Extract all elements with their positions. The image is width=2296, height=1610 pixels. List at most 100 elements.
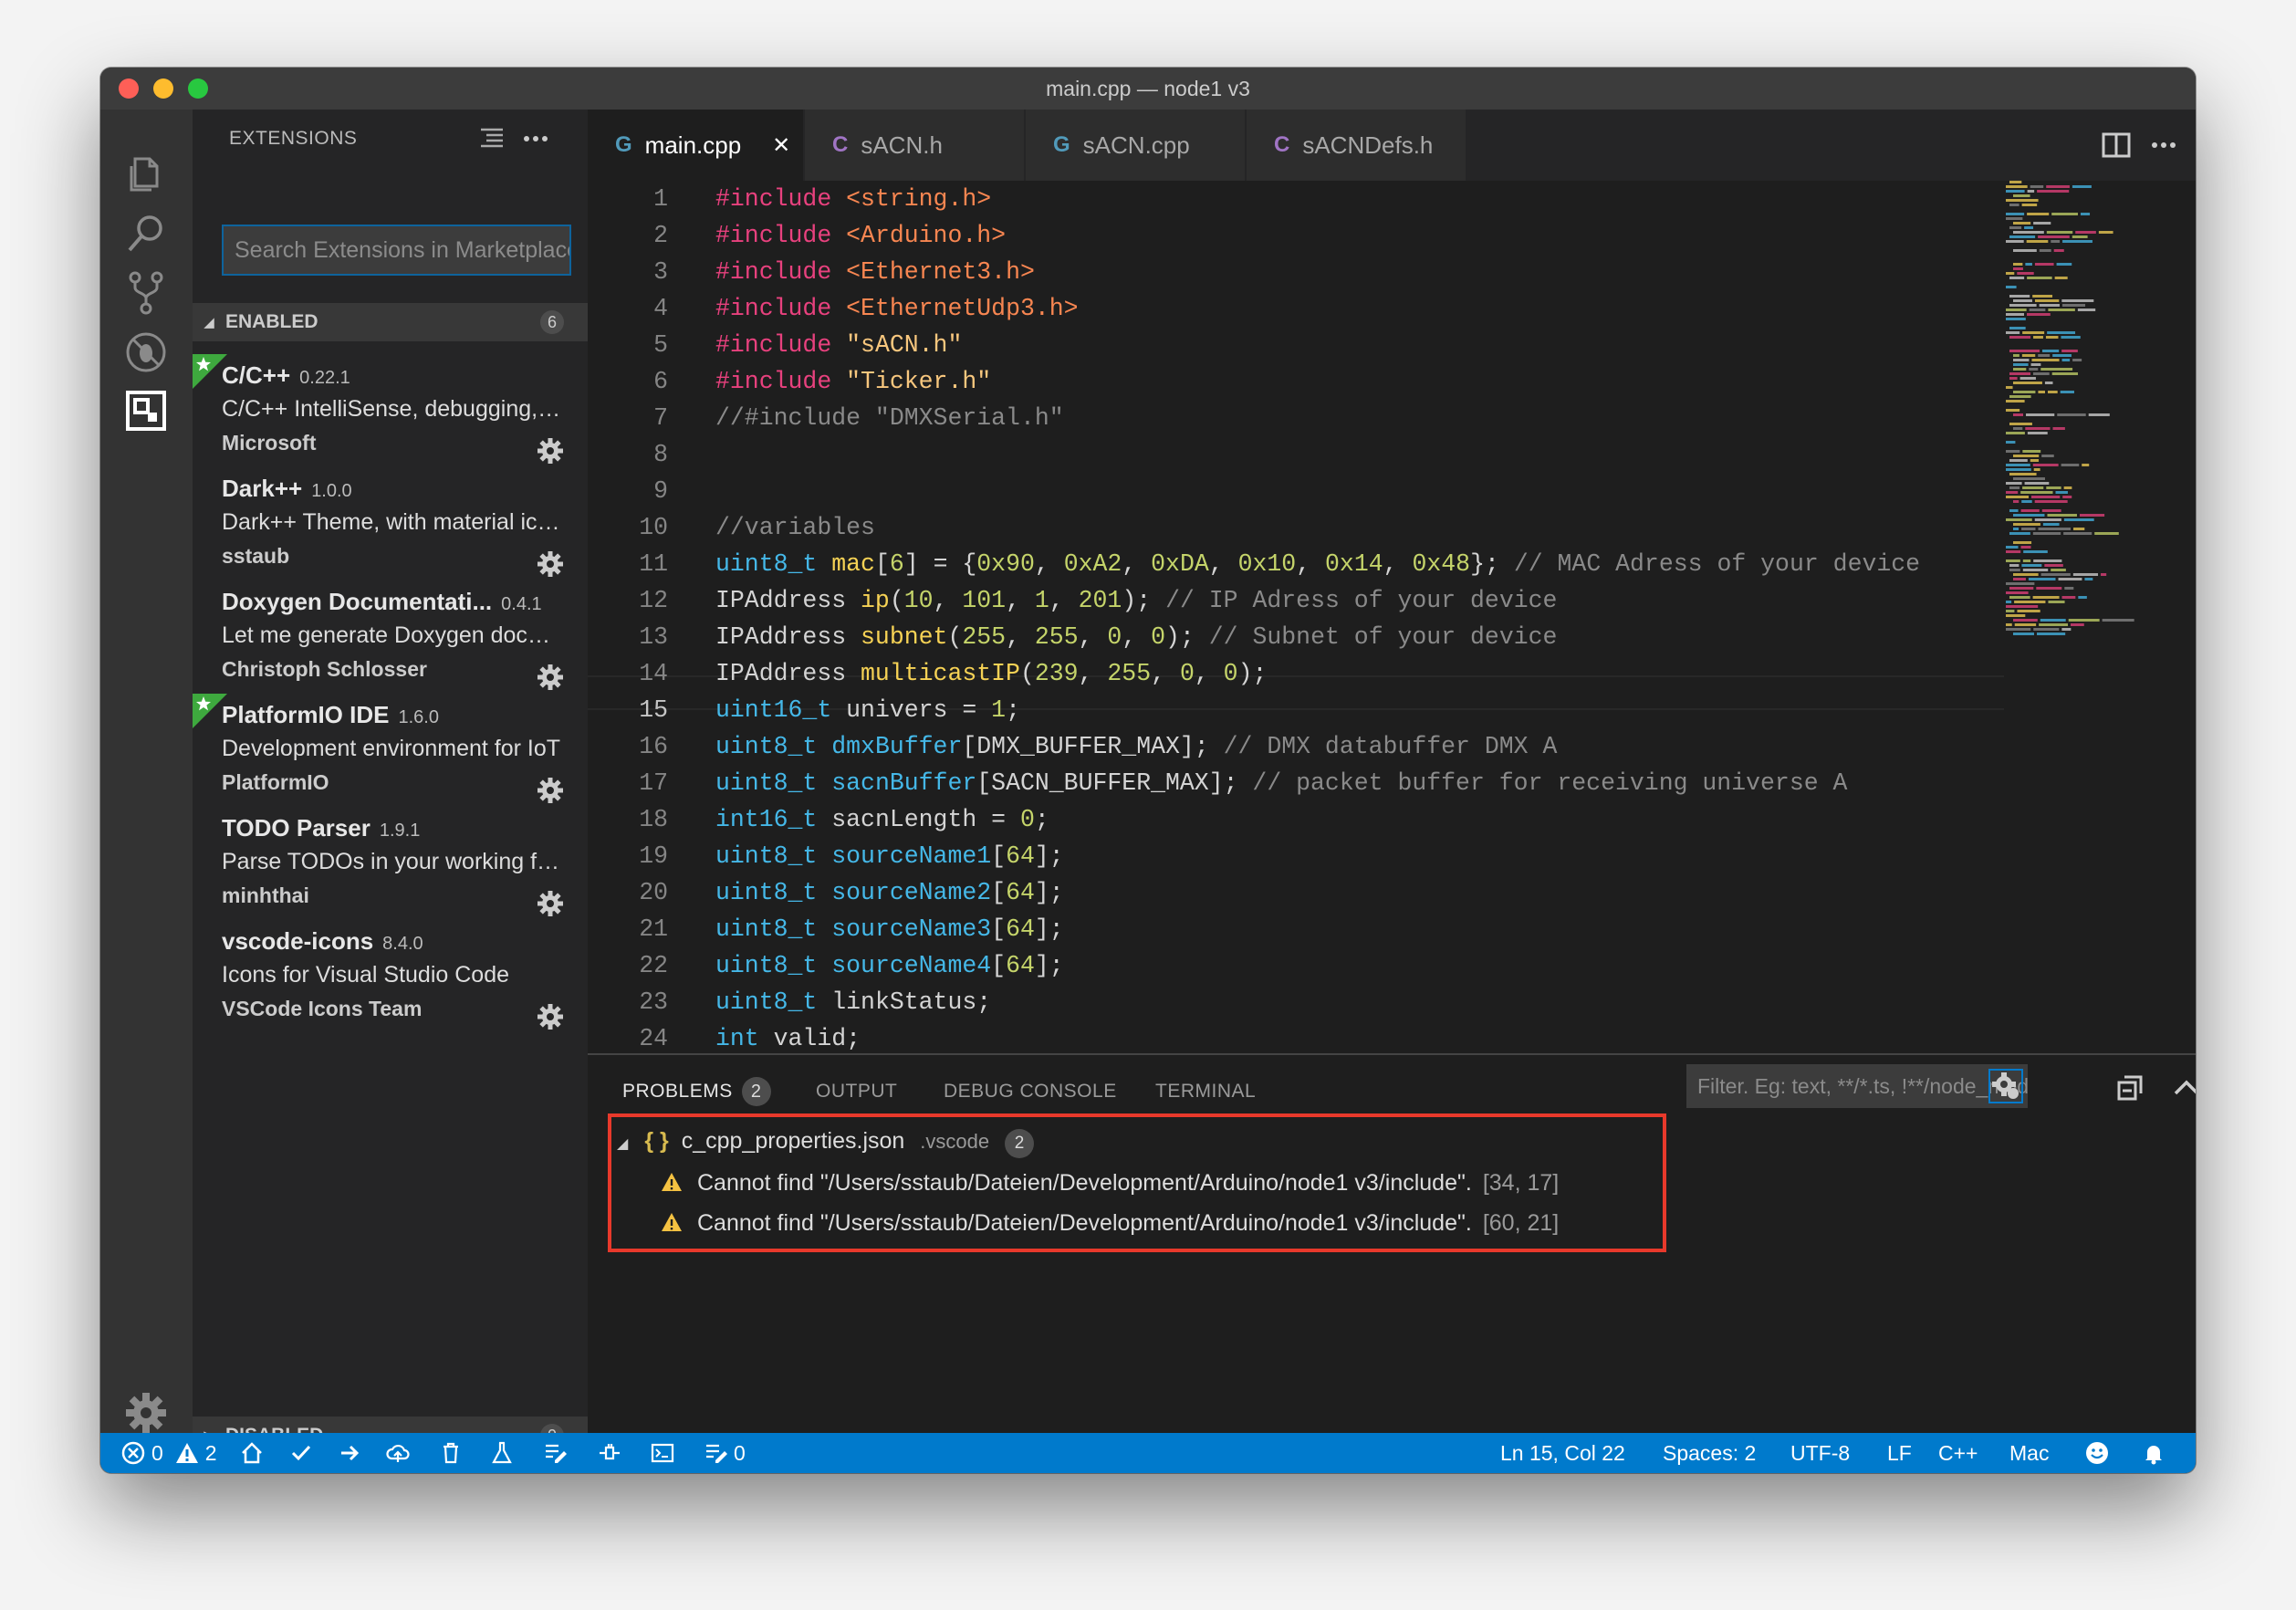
line-number: 13 bbox=[639, 623, 668, 651]
extension-gear-icon[interactable] bbox=[536, 549, 565, 579]
pio-home-icon[interactable] bbox=[239, 1433, 265, 1473]
extension-gear-icon[interactable] bbox=[536, 776, 565, 805]
code-line[interactable]: 10 //variables bbox=[588, 509, 2004, 546]
clear-list-icon[interactable] bbox=[477, 124, 506, 158]
more-actions-icon[interactable] bbox=[521, 124, 550, 158]
extensions-search-input[interactable]: Search Extensions in Marketplace bbox=[222, 225, 571, 276]
code-line[interactable]: 6 #include "Ticker.h" bbox=[588, 363, 2004, 400]
minimize-window-button[interactable] bbox=[153, 78, 173, 99]
code-text: #include <Arduino.h> bbox=[715, 222, 1007, 249]
pio-terminal-icon[interactable] bbox=[650, 1433, 675, 1473]
todo-tasks-status[interactable]: 0 bbox=[703, 1433, 746, 1473]
tab-problems[interactable]: PROBLEMS 2 bbox=[622, 1077, 771, 1106]
pio-clean-trash-icon[interactable] bbox=[438, 1433, 464, 1473]
code-line[interactable]: 5 #include "sACN.h" bbox=[588, 327, 2004, 363]
tab-label: sACN.cpp bbox=[1082, 131, 1190, 159]
line-number: 21 bbox=[639, 915, 668, 943]
indentation-setting[interactable]: Spaces: 2 bbox=[1663, 1433, 1756, 1473]
code-line[interactable]: 7 //#include "DMXSerial.h" bbox=[588, 400, 2004, 436]
code-line[interactable]: 20 uint8_t sourceName2[64]; bbox=[588, 874, 2004, 911]
tab-sacn-cpp[interactable]: GsACN.cpp bbox=[1026, 110, 1245, 181]
tab-main-cpp[interactable]: Gmain.cpp ✕ bbox=[588, 110, 803, 181]
editor-more-icon[interactable] bbox=[2148, 130, 2179, 165]
extension-item[interactable]: Doxygen Documentati... 0.4.1 Let me genera… bbox=[193, 588, 588, 701]
code-line[interactable]: 3 #include <Ethernet3.h> bbox=[588, 254, 2004, 290]
debug-icon[interactable] bbox=[119, 325, 173, 380]
code-line[interactable]: 9 bbox=[588, 473, 2004, 509]
problem-item[interactable]: Cannot find "/Users/sstaub/Dateien/Devel… bbox=[661, 1210, 1559, 1237]
collapse-all-icon[interactable] bbox=[2112, 1070, 2148, 1106]
code-line[interactable]: 17 uint8_t sacnBuffer[SACN_BUFFER_MAX]; /… bbox=[588, 765, 2004, 801]
cursor-position[interactable]: Ln 15, Col 22 bbox=[1500, 1433, 1625, 1473]
code-line[interactable]: 23 uint8_t linkStatus; bbox=[588, 984, 2004, 1020]
line-ending[interactable]: LF bbox=[1887, 1433, 1912, 1473]
feedback-smiley-icon[interactable] bbox=[2084, 1433, 2110, 1473]
code-text: #include "Ticker.h" bbox=[715, 368, 992, 395]
close-window-button[interactable] bbox=[119, 78, 139, 99]
search-icon[interactable] bbox=[119, 206, 173, 261]
code-line[interactable]: 15 uint16_t univers = 1; bbox=[588, 692, 2004, 728]
extension-item[interactable]: TODO Parser 1.9.1 Parse TODOs in your work… bbox=[193, 814, 588, 927]
tab-debug-console[interactable]: DEBUG CONSOLE bbox=[944, 1081, 1117, 1103]
pio-test-flask-icon[interactable] bbox=[489, 1433, 515, 1473]
problem-location: [34, 17] bbox=[1482, 1170, 1560, 1196]
code-line[interactable]: 12 IPAddress ip(10, 101, 1, 201); // IP A… bbox=[588, 582, 2004, 619]
pio-build-check-icon[interactable] bbox=[288, 1433, 314, 1473]
code-line[interactable]: 2 #include <Arduino.h> bbox=[588, 217, 2004, 254]
extension-publisher: minhthai bbox=[222, 883, 309, 907]
code-line[interactable]: 16 uint8_t dmxBuffer[DMX_BUFFER_MAX]; // … bbox=[588, 728, 2004, 765]
explorer-icon[interactable] bbox=[119, 146, 173, 201]
problem-item[interactable]: Cannot find "/Users/sstaub/Dateien/Devel… bbox=[661, 1170, 1559, 1197]
language-mode[interactable]: C++ bbox=[1938, 1433, 1978, 1473]
extension-item[interactable]: PlatformIO IDE 1.6.0 Development environme… bbox=[193, 694, 588, 814]
settings-gear-icon[interactable] bbox=[119, 1385, 173, 1440]
collapse-arrow-icon: ◢ bbox=[204, 315, 214, 330]
pio-remote-upload-cloud-icon[interactable] bbox=[385, 1433, 411, 1473]
enabled-section-header[interactable]: ◢ ENABLED 6 bbox=[193, 303, 588, 341]
code-line[interactable]: 22 uint8_t sourceName4[64]; bbox=[588, 947, 2004, 984]
extension-item[interactable]: vscode-icons 8.4.0 Icons for Visual Studio… bbox=[193, 927, 588, 1040]
code-editor[interactable]: 1 #include <string.h> 2 #include <Arduino.h… bbox=[588, 181, 2196, 1053]
problem-file-row[interactable]: ◢ { } c_cpp_properties.json .vscode 2 bbox=[617, 1128, 1035, 1158]
extension-item[interactable]: C/C++ 0.22.1 C/C++ IntelliSense, debugging… bbox=[193, 354, 588, 475]
extension-gear-icon[interactable] bbox=[536, 1002, 565, 1031]
tab-sacndefs-h[interactable]: CsACNDefs.h bbox=[1247, 110, 1466, 181]
platform-config[interactable]: Mac bbox=[2009, 1433, 2049, 1473]
code-line[interactable]: 8 bbox=[588, 436, 2004, 473]
extensions-icon[interactable] bbox=[119, 383, 173, 438]
file-encoding[interactable]: UTF-8 bbox=[1790, 1433, 1850, 1473]
extension-version: 1.9.1 bbox=[379, 821, 421, 841]
extension-gear-icon[interactable] bbox=[536, 889, 565, 918]
tab-output[interactable]: OUTPUT bbox=[816, 1081, 897, 1103]
code-line[interactable]: 1 #include <string.h> bbox=[588, 181, 2004, 217]
tab-terminal[interactable]: TERMINAL bbox=[1155, 1081, 1256, 1103]
extension-gear-icon[interactable] bbox=[536, 436, 565, 465]
code-line[interactable]: 19 uint8_t sourceName1[64]; bbox=[588, 838, 2004, 874]
line-number: 6 bbox=[653, 368, 668, 395]
maximize-panel-icon[interactable] bbox=[2168, 1070, 2196, 1106]
code-line[interactable]: 13 IPAddress subnet(255, 255, 0, 0); // S… bbox=[588, 619, 2004, 655]
problems-filter-input[interactable]: Filter. Eg: text, **/*.ts, !**/node_modu… bbox=[1686, 1064, 2028, 1108]
pio-run-task-icon[interactable] bbox=[542, 1433, 568, 1473]
pio-serial-monitor-plug-icon[interactable] bbox=[597, 1433, 622, 1473]
extension-item[interactable]: Dark++ 1.0.0 Dark++ Theme, with material i… bbox=[193, 475, 588, 588]
extension-version: 8.4.0 bbox=[382, 934, 423, 954]
split-editor-icon[interactable] bbox=[2101, 130, 2132, 165]
code-line[interactable]: 21 uint8_t sourceName3[64]; bbox=[588, 911, 2004, 947]
minimap[interactable] bbox=[2004, 181, 2150, 655]
code-line[interactable]: 4 #include <EthernetUdp3.h> bbox=[588, 290, 2004, 327]
close-tab-icon[interactable]: ✕ bbox=[772, 132, 790, 159]
code-line[interactable]: 11 uint8_t mac[6] = {0x90, 0xA2, 0xDA, 0x… bbox=[588, 546, 2004, 582]
problems-status[interactable]: 0 2 bbox=[120, 1433, 217, 1473]
code-line[interactable]: 18 int16_t sacnLength = 0; bbox=[588, 801, 2004, 838]
pio-upload-arrow-icon[interactable] bbox=[338, 1433, 363, 1473]
zoom-window-button[interactable] bbox=[188, 78, 208, 99]
filter-settings-icon[interactable] bbox=[1988, 1068, 2024, 1104]
code-line[interactable]: 14 IPAddress multicastIP(239, 255, 0, 0); bbox=[588, 655, 2004, 692]
tab-sacn-h[interactable]: CsACN.h bbox=[805, 110, 1024, 181]
source-control-icon[interactable] bbox=[119, 265, 173, 319]
code-text: //variables bbox=[715, 514, 875, 541]
code-line[interactable]: 24 int valid; bbox=[588, 1020, 2004, 1053]
notifications-bell-icon[interactable] bbox=[2141, 1433, 2166, 1473]
extension-gear-icon[interactable] bbox=[536, 663, 565, 692]
